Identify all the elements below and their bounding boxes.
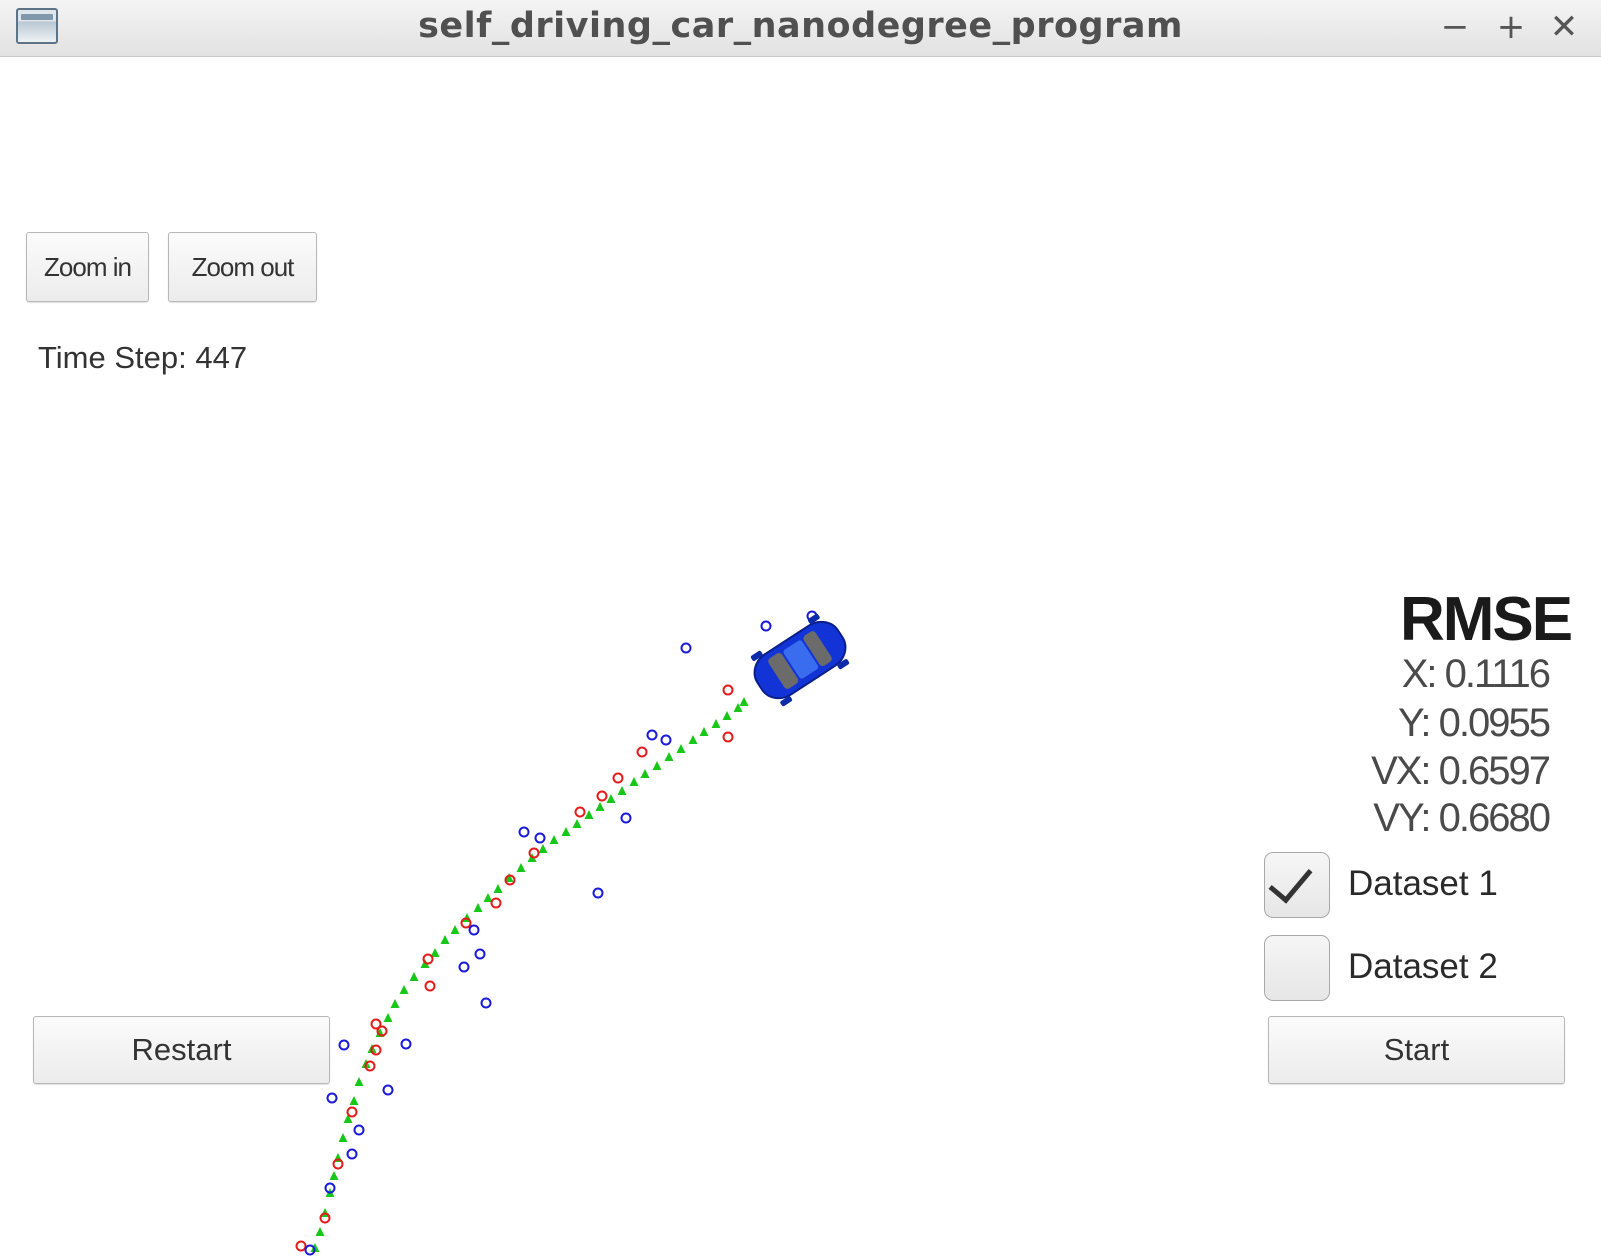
radar-measurement-marker bbox=[760, 620, 772, 632]
ground-truth-marker bbox=[390, 999, 400, 1008]
ground-truth-marker bbox=[640, 769, 650, 778]
minimize-icon[interactable]: − bbox=[1432, 4, 1478, 50]
lidar-markers bbox=[295, 684, 734, 1252]
time-step-label: Time Step: 447 bbox=[38, 340, 248, 375]
radar-measurement-marker bbox=[382, 1084, 394, 1096]
lidar-measurement-marker bbox=[490, 897, 502, 909]
radar-measurement-marker bbox=[353, 1124, 365, 1136]
radar-measurement-marker bbox=[326, 1092, 338, 1104]
ground-truth-marker bbox=[572, 819, 582, 828]
rmse-title: RMSE bbox=[1400, 585, 1573, 654]
radar-measurement-marker bbox=[338, 1039, 350, 1051]
lidar-measurement-marker bbox=[596, 790, 608, 802]
start-button[interactable]: Start bbox=[1268, 1016, 1565, 1084]
radar-measurement-marker bbox=[458, 961, 470, 973]
ground-truth-marker bbox=[315, 1227, 325, 1236]
ground-truth-marker bbox=[493, 884, 503, 893]
lidar-measurement-marker bbox=[528, 847, 540, 859]
ground-truth-marker bbox=[722, 711, 732, 720]
ground-truth-marker bbox=[739, 697, 749, 706]
ground-truth-marker bbox=[652, 761, 662, 770]
rmse-vy-value: VY: 0.6680 bbox=[1373, 796, 1551, 840]
dataset-2-label: Dataset 2 bbox=[1348, 947, 1498, 986]
lidar-measurement-marker bbox=[370, 1018, 382, 1030]
zoom-in-button[interactable]: Zoom in bbox=[26, 232, 149, 302]
ground-truth-marker bbox=[338, 1133, 348, 1142]
dataset-2-option[interactable]: Dataset 2 bbox=[1264, 935, 1564, 1003]
radar-measurement-marker bbox=[646, 729, 658, 741]
radar-measurement-marker bbox=[620, 812, 632, 824]
checkmark-icon bbox=[1268, 857, 1313, 904]
lidar-measurement-marker bbox=[636, 746, 648, 758]
dataset-1-option[interactable]: Dataset 1 bbox=[1264, 852, 1564, 920]
ground-truth-marker bbox=[440, 935, 450, 944]
lidar-measurement-marker bbox=[422, 953, 434, 965]
ground-truth-marker bbox=[473, 903, 483, 912]
ground-truth-marker bbox=[538, 844, 548, 853]
ground-truth-marker bbox=[549, 835, 559, 844]
dataset-1-label: Dataset 1 bbox=[1348, 864, 1498, 903]
radar-measurement-marker bbox=[346, 1148, 358, 1160]
lidar-measurement-marker bbox=[424, 980, 436, 992]
ground-truth-markers bbox=[310, 697, 749, 1252]
restart-button[interactable]: Restart bbox=[33, 1016, 330, 1084]
ground-truth-marker bbox=[354, 1077, 364, 1086]
lidar-measurement-marker bbox=[612, 772, 624, 784]
lidar-measurement-marker bbox=[722, 731, 734, 743]
lidar-measurement-marker bbox=[574, 806, 586, 818]
radar-measurement-marker bbox=[518, 826, 530, 838]
ground-truth-marker bbox=[329, 1171, 339, 1180]
radar-measurement-marker bbox=[680, 642, 692, 654]
close-icon[interactable]: ✕ bbox=[1541, 4, 1587, 50]
lidar-measurement-marker bbox=[295, 1240, 307, 1252]
ground-truth-marker bbox=[349, 1096, 359, 1105]
ground-truth-marker bbox=[606, 794, 616, 803]
radar-measurement-marker bbox=[468, 924, 480, 936]
rmse-vx-value: VX: 0.6597 bbox=[1371, 749, 1551, 793]
radar-measurement-marker bbox=[474, 948, 486, 960]
ground-truth-marker bbox=[516, 863, 526, 872]
rmse-y-value: Y: 0.0955 bbox=[1397, 701, 1551, 745]
ground-truth-marker bbox=[595, 802, 605, 811]
ground-truth-marker bbox=[584, 810, 594, 819]
ground-truth-marker bbox=[617, 786, 627, 795]
radar-measurement-marker bbox=[480, 997, 492, 1009]
dataset-2-checkbox[interactable] bbox=[1264, 935, 1330, 1001]
ground-truth-marker bbox=[450, 925, 460, 934]
radar-measurement-marker bbox=[534, 832, 546, 844]
ground-truth-marker bbox=[699, 727, 709, 736]
car-icon bbox=[750, 613, 850, 707]
maximize-icon[interactable]: + bbox=[1488, 4, 1534, 50]
ground-truth-marker bbox=[383, 1013, 393, 1022]
simulator-window: self_driving_car_nanodegree_program − + … bbox=[0, 0, 1601, 1256]
zoom-out-button[interactable]: Zoom out bbox=[168, 232, 317, 302]
window-title: self_driving_car_nanodegree_program bbox=[418, 6, 1183, 46]
ground-truth-marker bbox=[688, 735, 698, 744]
title-bar[interactable]: self_driving_car_nanodegree_program − + … bbox=[0, 0, 1601, 57]
ground-truth-marker bbox=[629, 777, 639, 786]
dataset-1-checkbox[interactable] bbox=[1264, 852, 1330, 918]
radar-measurement-marker bbox=[400, 1038, 412, 1050]
ground-truth-marker bbox=[561, 827, 571, 836]
ground-truth-marker bbox=[711, 719, 721, 728]
rmse-x-value: X: 0.1116 bbox=[1401, 652, 1551, 696]
radar-measurement-marker bbox=[660, 734, 672, 746]
radar-measurement-marker bbox=[592, 887, 604, 899]
ground-truth-marker bbox=[664, 752, 674, 761]
lidar-measurement-marker bbox=[346, 1106, 358, 1118]
lidar-measurement-marker bbox=[722, 684, 734, 696]
ground-truth-marker bbox=[409, 972, 419, 981]
ground-truth-marker bbox=[676, 744, 686, 753]
ground-truth-marker bbox=[399, 985, 409, 994]
